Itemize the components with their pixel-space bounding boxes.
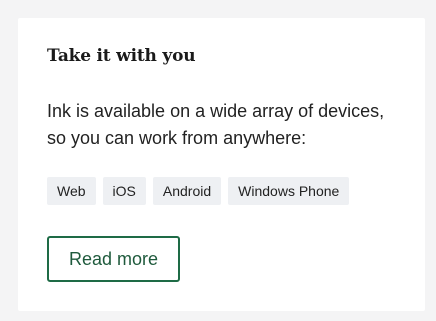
platform-tag-list: Web iOS Android Windows Phone xyxy=(47,177,425,205)
read-more-button[interactable]: Read more xyxy=(47,236,181,282)
info-card: Take it with you Ink is available on a w… xyxy=(18,18,425,311)
tag-web: Web xyxy=(47,177,96,205)
tag-android: Android xyxy=(152,177,222,205)
card-description: Ink is available on a wide array of devi… xyxy=(47,101,385,148)
card-title: Take it with you xyxy=(47,46,196,66)
tag-ios: iOS xyxy=(102,177,146,205)
tag-windows-phone: Windows Phone xyxy=(228,177,350,205)
